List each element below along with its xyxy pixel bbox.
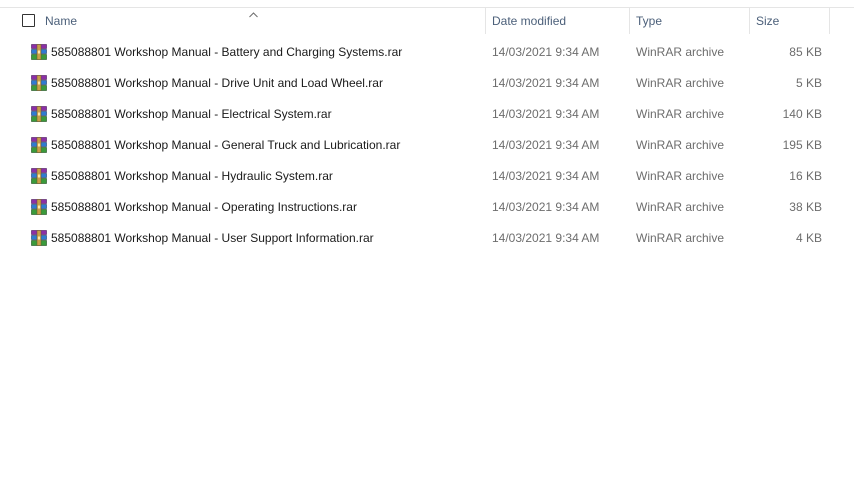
file-size: 195 KB: [782, 138, 822, 152]
file-type: WinRAR archive: [636, 45, 725, 59]
winrar-archive-icon: [31, 230, 47, 246]
file-size: 38 KB: [789, 200, 822, 214]
file-date-modified: 14/03/2021 9:34 AM: [492, 107, 600, 121]
file-type: WinRAR archive: [636, 200, 725, 214]
file-name: 585088801 Workshop Manual - Electrical S…: [51, 107, 332, 121]
file-row[interactable]: 585088801 Workshop Manual - User Support…: [22, 223, 830, 253]
winrar-archive-icon: [31, 168, 47, 184]
winrar-archive-icon: [31, 75, 47, 91]
column-divider[interactable]: [829, 8, 830, 34]
column-header-type[interactable]: Type: [636, 8, 744, 34]
column-divider[interactable]: [629, 8, 630, 34]
file-name: 585088801 Workshop Manual - Operating In…: [51, 200, 357, 214]
column-header-size[interactable]: Size: [756, 8, 826, 34]
file-size: 5 KB: [795, 76, 822, 90]
file-size: 16 KB: [789, 169, 822, 183]
winrar-archive-icon: [31, 106, 47, 122]
file-type: WinRAR archive: [636, 76, 725, 90]
column-header-date-modified[interactable]: Date modified: [492, 8, 626, 34]
file-date-modified: 14/03/2021 9:34 AM: [492, 231, 600, 245]
file-name: 585088801 Workshop Manual - User Support…: [51, 231, 374, 245]
file-type: WinRAR archive: [636, 138, 725, 152]
file-date-modified: 14/03/2021 9:34 AM: [492, 45, 600, 59]
file-row[interactable]: 585088801 Workshop Manual - General Truc…: [22, 130, 830, 160]
select-all-checkbox[interactable]: [22, 14, 35, 27]
column-header-row: Name Date modified Type Size: [0, 8, 854, 34]
file-date-modified: 14/03/2021 9:34 AM: [492, 76, 600, 90]
file-type: WinRAR archive: [636, 107, 725, 121]
file-size: 4 KB: [795, 231, 822, 245]
file-name: 585088801 Workshop Manual - General Truc…: [51, 138, 401, 152]
winrar-archive-icon: [31, 44, 47, 60]
file-name: 585088801 Workshop Manual - Hydraulic Sy…: [51, 169, 333, 183]
file-name: 585088801 Workshop Manual - Battery and …: [51, 45, 403, 59]
column-divider[interactable]: [485, 8, 486, 34]
file-size: 85 KB: [789, 45, 822, 59]
file-name: 585088801 Workshop Manual - Drive Unit a…: [51, 76, 383, 90]
winrar-archive-icon: [31, 137, 47, 153]
file-row[interactable]: 585088801 Workshop Manual - Hydraulic Sy…: [22, 161, 830, 191]
file-date-modified: 14/03/2021 9:34 AM: [492, 169, 600, 183]
file-date-modified: 14/03/2021 9:34 AM: [492, 138, 600, 152]
column-divider[interactable]: [749, 8, 750, 34]
file-row[interactable]: 585088801 Workshop Manual - Electrical S…: [22, 99, 830, 129]
file-row[interactable]: 585088801 Workshop Manual - Operating In…: [22, 192, 830, 222]
column-header-name[interactable]: Name: [45, 8, 483, 34]
file-date-modified: 14/03/2021 9:34 AM: [492, 200, 600, 214]
file-size: 140 KB: [782, 107, 822, 121]
file-row[interactable]: 585088801 Workshop Manual - Drive Unit a…: [22, 68, 830, 98]
file-row[interactable]: 585088801 Workshop Manual - Battery and …: [22, 37, 830, 67]
file-type: WinRAR archive: [636, 169, 725, 183]
file-type: WinRAR archive: [636, 231, 725, 245]
toolbar-edge: [0, 0, 854, 8]
winrar-archive-icon: [31, 199, 47, 215]
